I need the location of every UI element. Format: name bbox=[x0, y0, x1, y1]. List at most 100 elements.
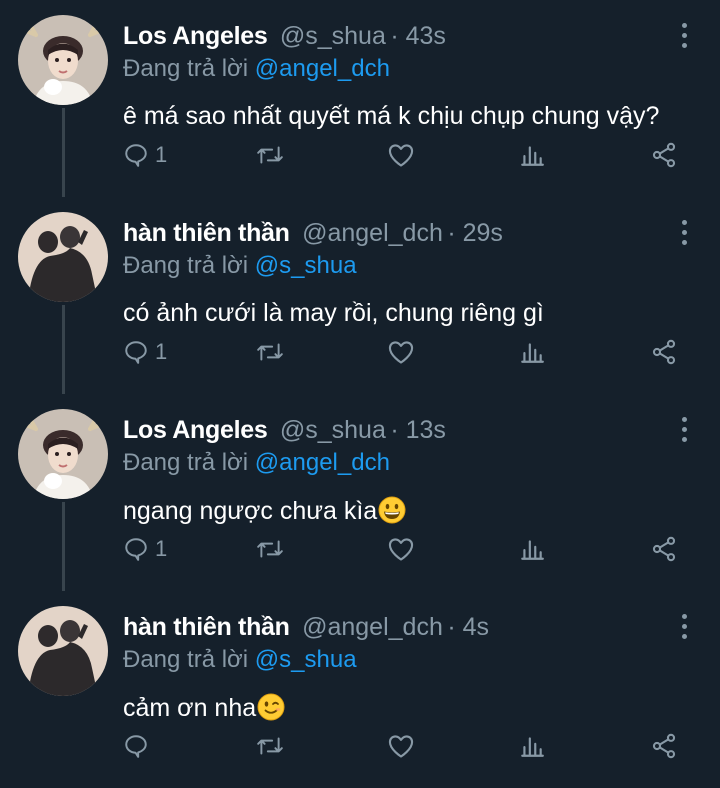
display-name[interactable]: hàn thiên thần bbox=[123, 219, 290, 247]
replying-to-label: Đang trả lời bbox=[123, 449, 249, 476]
like-button[interactable] bbox=[387, 337, 415, 367]
like-icon bbox=[388, 144, 414, 167]
tweet-text: ê má sao nhất quyết má k chịu chụp chung… bbox=[123, 102, 660, 130]
couple-shadow-avatar bbox=[18, 606, 108, 696]
tweet-actions: 1 bbox=[123, 534, 683, 564]
retweet-button[interactable] bbox=[256, 731, 284, 761]
mention-link[interactable]: @angel_dch bbox=[255, 449, 390, 476]
tweet-header: Los Angeles @s_shua · 43s bbox=[123, 22, 660, 51]
analytics-button[interactable] bbox=[519, 731, 545, 761]
user-handle[interactable]: @angel_dch bbox=[302, 613, 443, 641]
retweet-icon bbox=[257, 737, 283, 755]
timestamp[interactable]: 4s bbox=[463, 613, 489, 641]
boy-with-antlers-avatar bbox=[18, 15, 108, 105]
analytics-icon bbox=[521, 540, 544, 560]
tweet-actions bbox=[123, 731, 683, 761]
separator-dot: · bbox=[390, 22, 406, 50]
replying-to-label: Đang trả lời bbox=[123, 252, 249, 279]
analytics-button[interactable] bbox=[519, 534, 545, 564]
tweet[interactable]: Los Angeles @s_shua · 13s Đang trả lời @… bbox=[0, 394, 720, 591]
mention-link[interactable]: @s_shua bbox=[255, 646, 357, 673]
reply-count: 1 bbox=[155, 339, 168, 364]
user-handle[interactable]: @s_shua bbox=[280, 22, 386, 50]
tweet[interactable]: Los Angeles @s_shua · 43s Đang trả lời @… bbox=[0, 0, 720, 197]
timestamp[interactable]: 29s bbox=[463, 219, 503, 247]
tweet-header: Los Angeles @s_shua · 13s bbox=[123, 416, 660, 445]
mention-link[interactable]: @s_shua bbox=[255, 252, 357, 279]
reply-icon bbox=[125, 341, 147, 364]
thread-line bbox=[62, 305, 65, 394]
reply-icon bbox=[125, 144, 147, 167]
analytics-icon bbox=[521, 737, 544, 757]
mention-link[interactable]: @angel_dch bbox=[255, 55, 390, 82]
separator-dot: · bbox=[390, 416, 406, 444]
tweet-text-content: ngang ngược chưa kìa bbox=[123, 497, 378, 525]
replying-to-label: Đang trả lời bbox=[123, 55, 249, 82]
winking-face-emoji bbox=[257, 693, 285, 728]
share-button[interactable] bbox=[650, 731, 678, 761]
tweet[interactable]: hàn thiên thần @angel_dch · 4s Đang trả … bbox=[0, 591, 720, 788]
like-button[interactable] bbox=[387, 534, 415, 564]
timestamp[interactable]: 13s bbox=[406, 416, 446, 444]
display-name[interactable]: Los Angeles bbox=[123, 416, 268, 444]
tweet-text-content: cảm ơn nha bbox=[123, 694, 257, 722]
more-icon[interactable] bbox=[680, 416, 690, 444]
timestamp[interactable]: 43s bbox=[406, 22, 446, 50]
reply-count: 1 bbox=[155, 142, 168, 167]
reply-button[interactable]: 1 bbox=[123, 534, 167, 564]
user-handle[interactable]: @s_shua bbox=[280, 416, 386, 444]
analytics-button[interactable] bbox=[519, 140, 545, 170]
replying-to-label: Đang trả lời bbox=[123, 646, 249, 673]
reply-count: 1 bbox=[155, 536, 168, 561]
share-icon bbox=[652, 536, 676, 562]
more-icon[interactable] bbox=[680, 613, 690, 641]
separator-dot: · bbox=[447, 613, 463, 641]
replying-to: Đang trả lời @s_shua bbox=[123, 646, 357, 674]
tweet-text: ngang ngược chưa kìa bbox=[123, 496, 406, 531]
boy-with-antlers-avatar bbox=[18, 409, 108, 499]
like-icon bbox=[388, 735, 414, 758]
user-handle[interactable]: @angel_dch bbox=[302, 219, 443, 247]
retweet-button[interactable] bbox=[256, 337, 284, 367]
retweet-button[interactable] bbox=[256, 534, 284, 564]
reply-button[interactable]: 1 bbox=[123, 337, 167, 367]
share-icon bbox=[652, 142, 676, 168]
replying-to: Đang trả lời @angel_dch bbox=[123, 55, 390, 83]
share-button[interactable] bbox=[650, 337, 678, 367]
tweet-actions: 1 bbox=[123, 337, 683, 367]
like-button[interactable] bbox=[387, 140, 415, 170]
reply-icon bbox=[125, 735, 147, 758]
retweet-icon bbox=[257, 343, 283, 361]
display-name[interactable]: Los Angeles bbox=[123, 22, 268, 50]
grinning-face-emoji bbox=[378, 496, 406, 531]
avatar[interactable] bbox=[18, 212, 108, 302]
like-button[interactable] bbox=[387, 731, 415, 761]
avatar[interactable] bbox=[18, 15, 108, 105]
tweet-text: có ảnh cưới là may rồi, chung riêng gì bbox=[123, 299, 544, 327]
avatar[interactable] bbox=[18, 409, 108, 499]
share-icon bbox=[652, 733, 676, 759]
replying-to: Đang trả lời @s_shua bbox=[123, 252, 357, 280]
display-name[interactable]: hàn thiên thần bbox=[123, 613, 290, 641]
retweet-icon bbox=[257, 146, 283, 164]
share-button[interactable] bbox=[650, 534, 678, 564]
avatar[interactable] bbox=[18, 606, 108, 696]
like-icon bbox=[388, 341, 414, 364]
share-button[interactable] bbox=[650, 140, 678, 170]
like-icon bbox=[388, 538, 414, 561]
more-icon[interactable] bbox=[680, 219, 690, 247]
analytics-button[interactable] bbox=[519, 337, 545, 367]
more-icon[interactable] bbox=[680, 22, 690, 50]
tweet-header: hàn thiên thần @angel_dch · 29s bbox=[123, 219, 660, 248]
replying-to: Đang trả lời @angel_dch bbox=[123, 449, 390, 477]
tweet[interactable]: hàn thiên thần @angel_dch · 29s Đang trả… bbox=[0, 197, 720, 394]
retweet-button[interactable] bbox=[256, 140, 284, 170]
tweet-text: cảm ơn nha bbox=[123, 693, 285, 728]
tweet-actions: 1 bbox=[123, 140, 683, 170]
share-icon bbox=[652, 339, 676, 365]
tweet-header: hàn thiên thần @angel_dch · 4s bbox=[123, 613, 660, 642]
conversation-thread: Los Angeles @s_shua · 43s Đang trả lời @… bbox=[0, 0, 720, 787]
couple-shadow-avatar bbox=[18, 212, 108, 302]
reply-button[interactable]: 1 bbox=[123, 140, 167, 170]
reply-button[interactable] bbox=[123, 731, 155, 761]
